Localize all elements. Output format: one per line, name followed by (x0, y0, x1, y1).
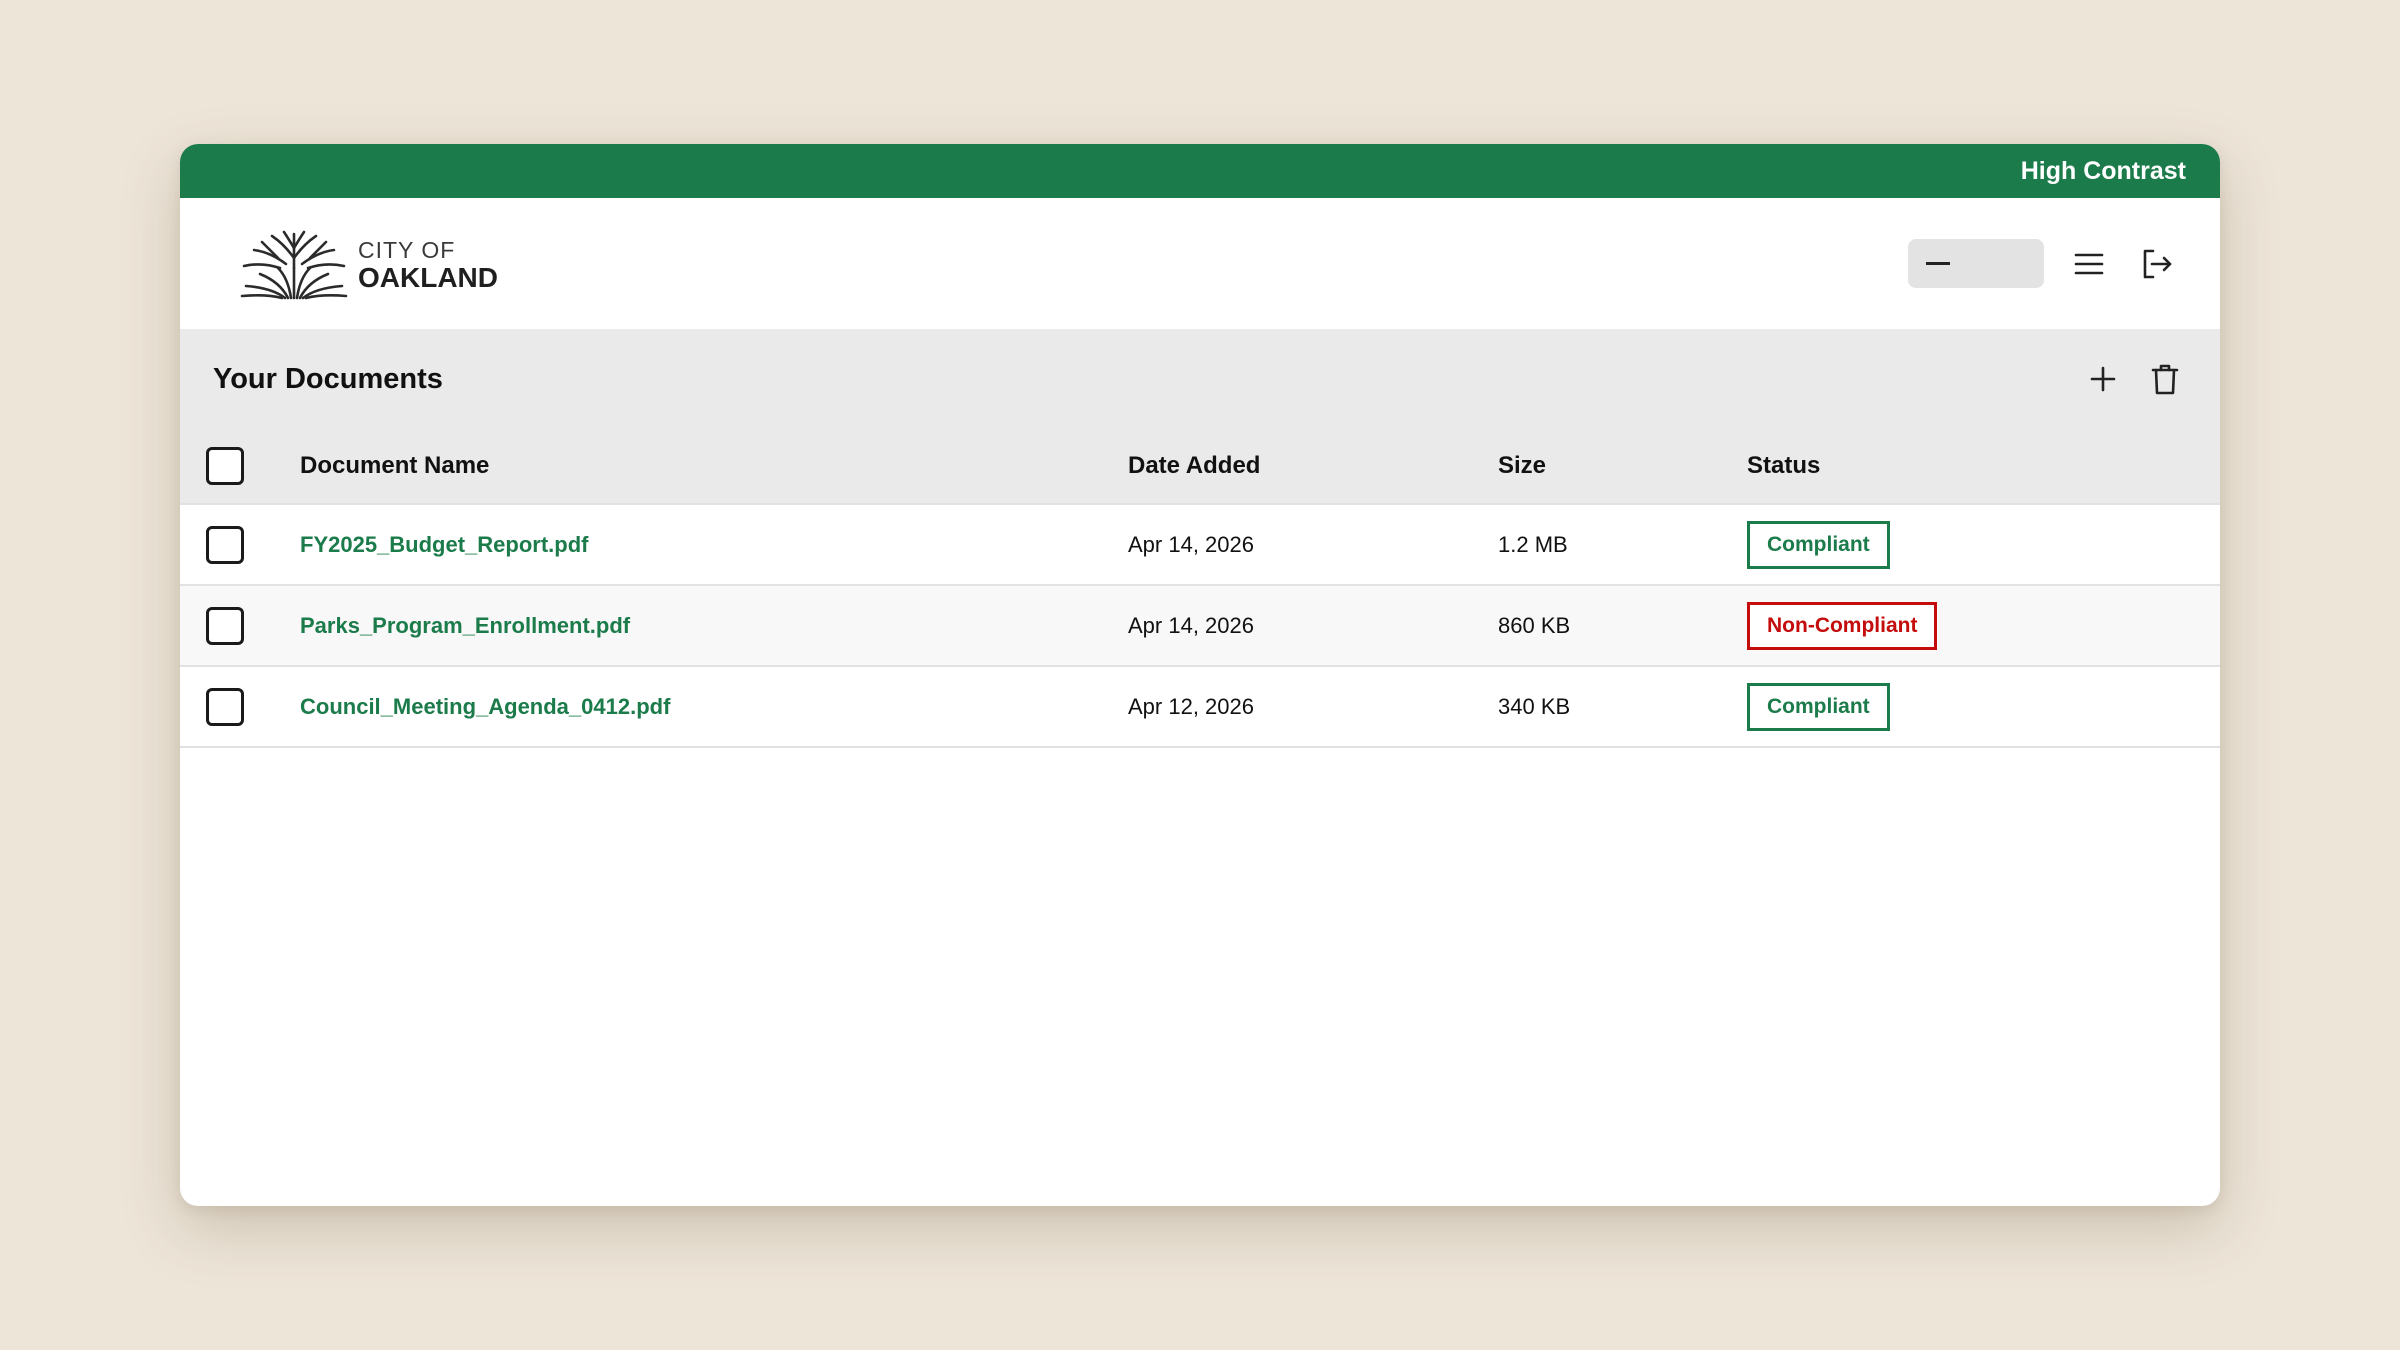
column-header-size: Size (1498, 429, 1747, 504)
column-header-name: Document Name (300, 429, 1128, 504)
trash-icon (2151, 364, 2179, 395)
site-header: CITY OF OAKLAND (180, 198, 2220, 329)
user-menu-button[interactable] (1908, 239, 2044, 288)
table-row: Council_Meeting_Agenda_0412.pdf Apr 12, … (180, 666, 2220, 748)
row-checkbox[interactable] (206, 606, 244, 645)
select-all-checkbox[interactable] (206, 447, 244, 485)
table-row: Parks_Program_Enrollment.pdf Apr 14, 202… (180, 585, 2220, 667)
date-added: Apr 12, 2026 (1128, 666, 1498, 748)
documents-title: Your Documents (213, 362, 443, 395)
column-header-status: Status (1747, 429, 2220, 504)
app-window: High Contrast CITY OF OAKLAND Your Docum… (180, 144, 2220, 1206)
file-size: 860 KB (1498, 585, 1747, 667)
documents-panel: Your Documents Document Name Date Added … (180, 329, 2220, 748)
add-document-button[interactable] (2080, 356, 2126, 402)
row-checkbox[interactable] (206, 687, 244, 726)
logo-oakland: OAKLAND (358, 262, 498, 293)
file-size: 1.2 MB (1498, 503, 1747, 586)
hamburger-menu-button[interactable] (2066, 241, 2112, 287)
logo-city-of: CITY OF (358, 237, 456, 263)
status-badge: Compliant (1747, 682, 1890, 731)
column-header-date: Date Added (1128, 429, 1498, 504)
file-size: 340 KB (1498, 666, 1747, 748)
plus-icon (2090, 366, 2116, 392)
document-link[interactable]: Council_Meeting_Agenda_0412.pdf (300, 694, 670, 719)
status-badge: Compliant (1747, 520, 1890, 569)
oak-tree-icon (240, 230, 348, 299)
top-bar: High Contrast (180, 144, 2220, 198)
hamburger-menu-icon (2074, 253, 2104, 274)
dash-icon (1926, 262, 1950, 265)
table-header-row: Document Name Date Added Size Status (180, 429, 2220, 504)
row-checkbox[interactable] (206, 525, 244, 564)
logout-button[interactable] (2134, 241, 2180, 287)
city-logo[interactable]: CITY OF OAKLAND (238, 228, 498, 300)
documents-table: Document Name Date Added Size Status FY2… (180, 429, 2220, 748)
logout-icon (2143, 249, 2172, 278)
document-link[interactable]: Parks_Program_Enrollment.pdf (300, 613, 630, 638)
high-contrast-toggle[interactable]: High Contrast (2021, 157, 2186, 186)
date-added: Apr 14, 2026 (1128, 585, 1498, 667)
table-row: FY2025_Budget_Report.pdf Apr 14, 2026 1.… (180, 503, 2220, 586)
header-actions (1908, 239, 2180, 288)
delete-document-button[interactable] (2142, 356, 2188, 402)
date-added: Apr 14, 2026 (1128, 503, 1498, 586)
document-link[interactable]: FY2025_Budget_Report.pdf (300, 532, 589, 557)
status-badge: Non-Compliant (1747, 601, 1938, 650)
